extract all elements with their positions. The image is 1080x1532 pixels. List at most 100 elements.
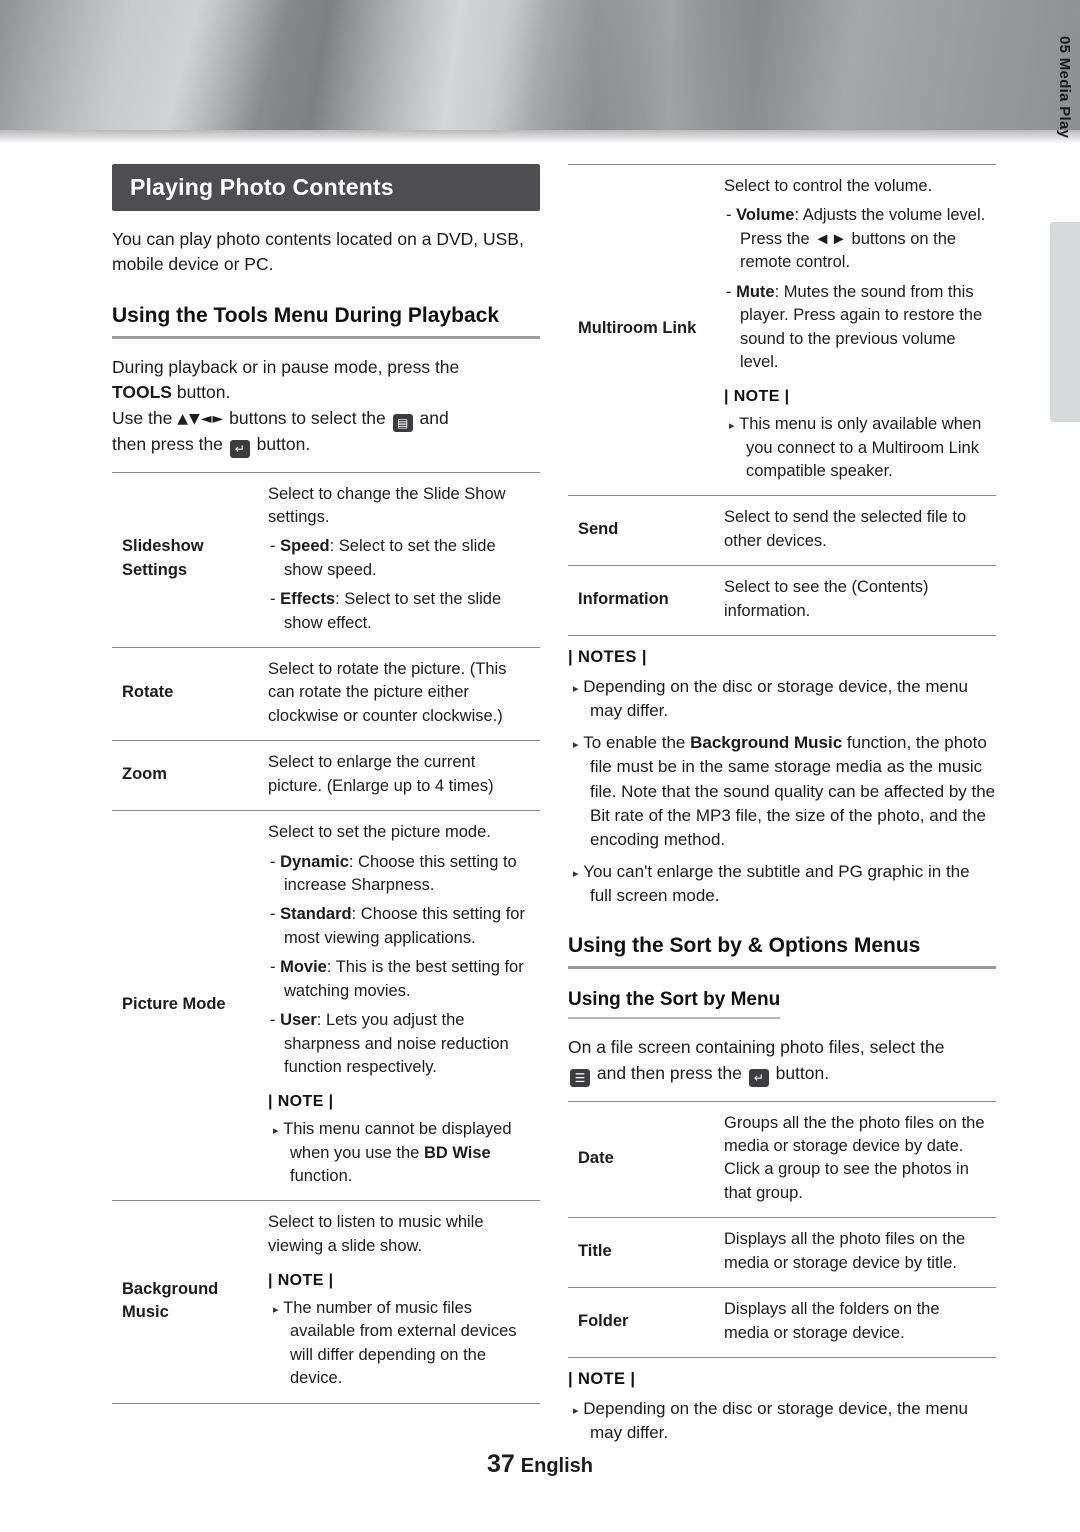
tools-menu-icon: ▤ <box>392 413 413 432</box>
direction-keys-icon: ▲▼◄► <box>177 410 225 427</box>
desc-sub-item: - Effects: Select to set the slide show … <box>270 590 502 632</box>
right-column: Multiroom Link Select to control the vol… <box>568 163 996 1445</box>
bullet-triangle-icon: ▸ <box>573 683 579 696</box>
bullet-triangle-icon: ▸ <box>273 1125 279 1138</box>
enter-button-icon: ↵ <box>748 1068 769 1087</box>
note-label: | NOTE | <box>268 1093 334 1111</box>
sort-by-table: Date Groups all the the photo files on t… <box>568 1100 996 1358</box>
row-label-title: Title <box>568 1217 716 1289</box>
row-label-folder: Folder <box>568 1287 716 1358</box>
table-row: Title Displays all the photo files on th… <box>568 1217 996 1289</box>
note-text: You can't enlarge the subtitle and PG gr… <box>583 861 970 906</box>
row-label-date: Date <box>568 1100 716 1219</box>
tools-menu-table: Slideshow Settings Select to change the S… <box>112 471 540 1404</box>
table-row: Multiroom Link Select to control the vol… <box>568 163 996 497</box>
table-row: Background Music Select to listen to musi… <box>112 1200 540 1404</box>
note-bullet: ▸ This menu is only available when you c… <box>724 413 988 483</box>
table-row: Rotate Select to rotate the picture. (Th… <box>112 647 540 742</box>
row-label-rotate: Rotate <box>112 647 260 742</box>
page-title: Playing Photo Contents <box>112 164 540 211</box>
table-row: Slideshow Settings Select to change the S… <box>112 471 540 649</box>
notes-block: | NOTES | ▸ Depending on the disc or sto… <box>568 648 996 908</box>
sub-keyword: User <box>280 1011 317 1030</box>
note-bullet: ▸ You can't enlarge the subtitle and PG … <box>568 860 996 908</box>
note-bullet: ▸ This menu cannot be displayed when you… <box>268 1118 532 1188</box>
intro-paragraph: You can play photo contents located on a… <box>112 229 524 275</box>
sort-by-instructions: On a file screen containing photo files,… <box>568 1035 996 1087</box>
sub-keyword: Volume <box>736 206 795 225</box>
note-label: | NOTE | <box>568 1369 636 1388</box>
desc-sub-item: - Dynamic: Choose this setting to increa… <box>270 852 517 894</box>
row-label-send: Send <box>568 495 716 567</box>
note-bullet: ▸ Depending on the disc or storage devic… <box>568 1397 996 1445</box>
note-text-a: To enable the <box>583 733 686 753</box>
desc-sub-item: - Standard: Choose this setting for most… <box>270 905 525 947</box>
sort-by-icon: ☰ <box>570 1068 590 1087</box>
note-text-b: function. <box>290 1166 353 1185</box>
note-text: Depending on the disc or storage device,… <box>583 677 968 721</box>
instr-part-2: button. <box>176 382 231 403</box>
row-desc-rotate: Select to rotate the picture. (This can … <box>260 647 540 742</box>
bullet-triangle-icon: ▸ <box>573 1404 579 1417</box>
row-label-zoom: Zoom <box>112 740 260 812</box>
sub-keyword: Dynamic <box>280 852 349 871</box>
note-text: Depending on the disc or storage device,… <box>583 1398 968 1443</box>
subsection-heading-sort-by: Using the Sort by Menu <box>568 989 781 1020</box>
row-desc-slideshow-settings: Select to change the Slide Show settings… <box>260 471 540 649</box>
sort-note-block: | NOTE | ▸ Depending on the disc or stor… <box>568 1370 996 1445</box>
page-footer: 37 English <box>0 1450 1080 1479</box>
row-label-background-music: Background Music <box>112 1200 260 1404</box>
banner-shadow <box>0 130 1080 144</box>
instr-part-3: Use the <box>112 407 173 428</box>
chapter-side-tab-label: 05 Media Play <box>1056 36 1073 139</box>
tools-menu-instructions: During playback or in pause mode, press … <box>112 356 460 458</box>
bullet-triangle-icon: ▸ <box>573 739 579 752</box>
note-label: | NOTE | <box>724 388 790 406</box>
row-desc-folder: Displays all the folders on the media or… <box>716 1287 996 1358</box>
bullet-triangle-icon: ▸ <box>273 1303 279 1316</box>
row-desc-picture-mode: Select to set the picture mode. - Dynami… <box>260 810 540 1202</box>
instr-part-7: button <box>256 433 306 454</box>
sort-instr-b: and then press the <box>596 1062 742 1083</box>
tools-menu-table-continued: Multiroom Link Select to control the vol… <box>568 163 996 637</box>
row-label-multiroom-link: Multiroom Link <box>568 163 716 497</box>
row-desc-background-music: Select to listen to music while viewing … <box>260 1200 540 1404</box>
row-desc-title: Displays all the photo files on the medi… <box>716 1217 996 1289</box>
tools-button-keyword: TOOLS <box>112 382 172 403</box>
left-column: Playing Photo Contents You can play phot… <box>112 164 540 1404</box>
row-desc-send: Select to send the selected file to othe… <box>716 495 996 567</box>
section-heading-sort-options: Using the Sort by & Options Menus <box>568 934 996 970</box>
sub-keyword: Effects <box>280 590 336 609</box>
sub-keyword: Speed <box>280 537 330 556</box>
sort-instr-c: button. <box>775 1062 830 1083</box>
desc-sub-item: - Movie: This is the best setting for wa… <box>270 958 524 1000</box>
row-label-information: Information <box>568 565 716 637</box>
table-row: Picture Mode Select to set the picture m… <box>112 810 540 1202</box>
note-text-a: The number of music files available from… <box>283 1298 517 1388</box>
sub-text: : Mutes the sound from this player. Pres… <box>740 282 983 371</box>
instr-part-4: buttons to select the <box>229 407 386 428</box>
instr-part-1: During playback or in pause mode, press … <box>112 356 460 377</box>
footer-language: English <box>520 1455 594 1477</box>
desc-lead: Select to change the Slide Show settings… <box>268 484 506 526</box>
note-keyword: BD Wise <box>423 1143 491 1162</box>
note-text-a: This menu is only available when you con… <box>739 415 982 480</box>
desc-lead: Select to set the picture mode. <box>268 823 491 842</box>
sub-keyword: Movie <box>280 958 327 977</box>
desc-sub-item: - User: Lets you adjust the sharpness an… <box>270 1011 509 1076</box>
table-row: Information Select to see the (Contents)… <box>568 565 996 637</box>
row-desc-zoom: Select to enlarge the current picture. (… <box>260 740 540 812</box>
row-desc-date: Groups all the the photo files on the me… <box>716 1100 996 1219</box>
row-label-picture-mode: Picture Mode <box>112 810 260 1202</box>
instr-part-5: and <box>419 407 449 428</box>
note-label: | NOTE | <box>268 1272 334 1290</box>
table-row: Date Groups all the the photo files on t… <box>568 1100 996 1219</box>
row-label-slideshow-settings: Slideshow Settings <box>112 471 260 649</box>
desc-lead: Select to control the volume. <box>724 177 933 195</box>
notes-label: | NOTES | <box>568 648 647 667</box>
chapter-side-tab <box>1050 222 1080 422</box>
table-row: Zoom Select to enlarge the current pictu… <box>112 740 540 812</box>
note-bullet: ▸ Depending on the disc or storage devic… <box>568 675 996 723</box>
desc-sub-item: - Speed: Select to set the slide show sp… <box>270 537 496 579</box>
table-row: Send Select to send the selected file to… <box>568 495 996 567</box>
